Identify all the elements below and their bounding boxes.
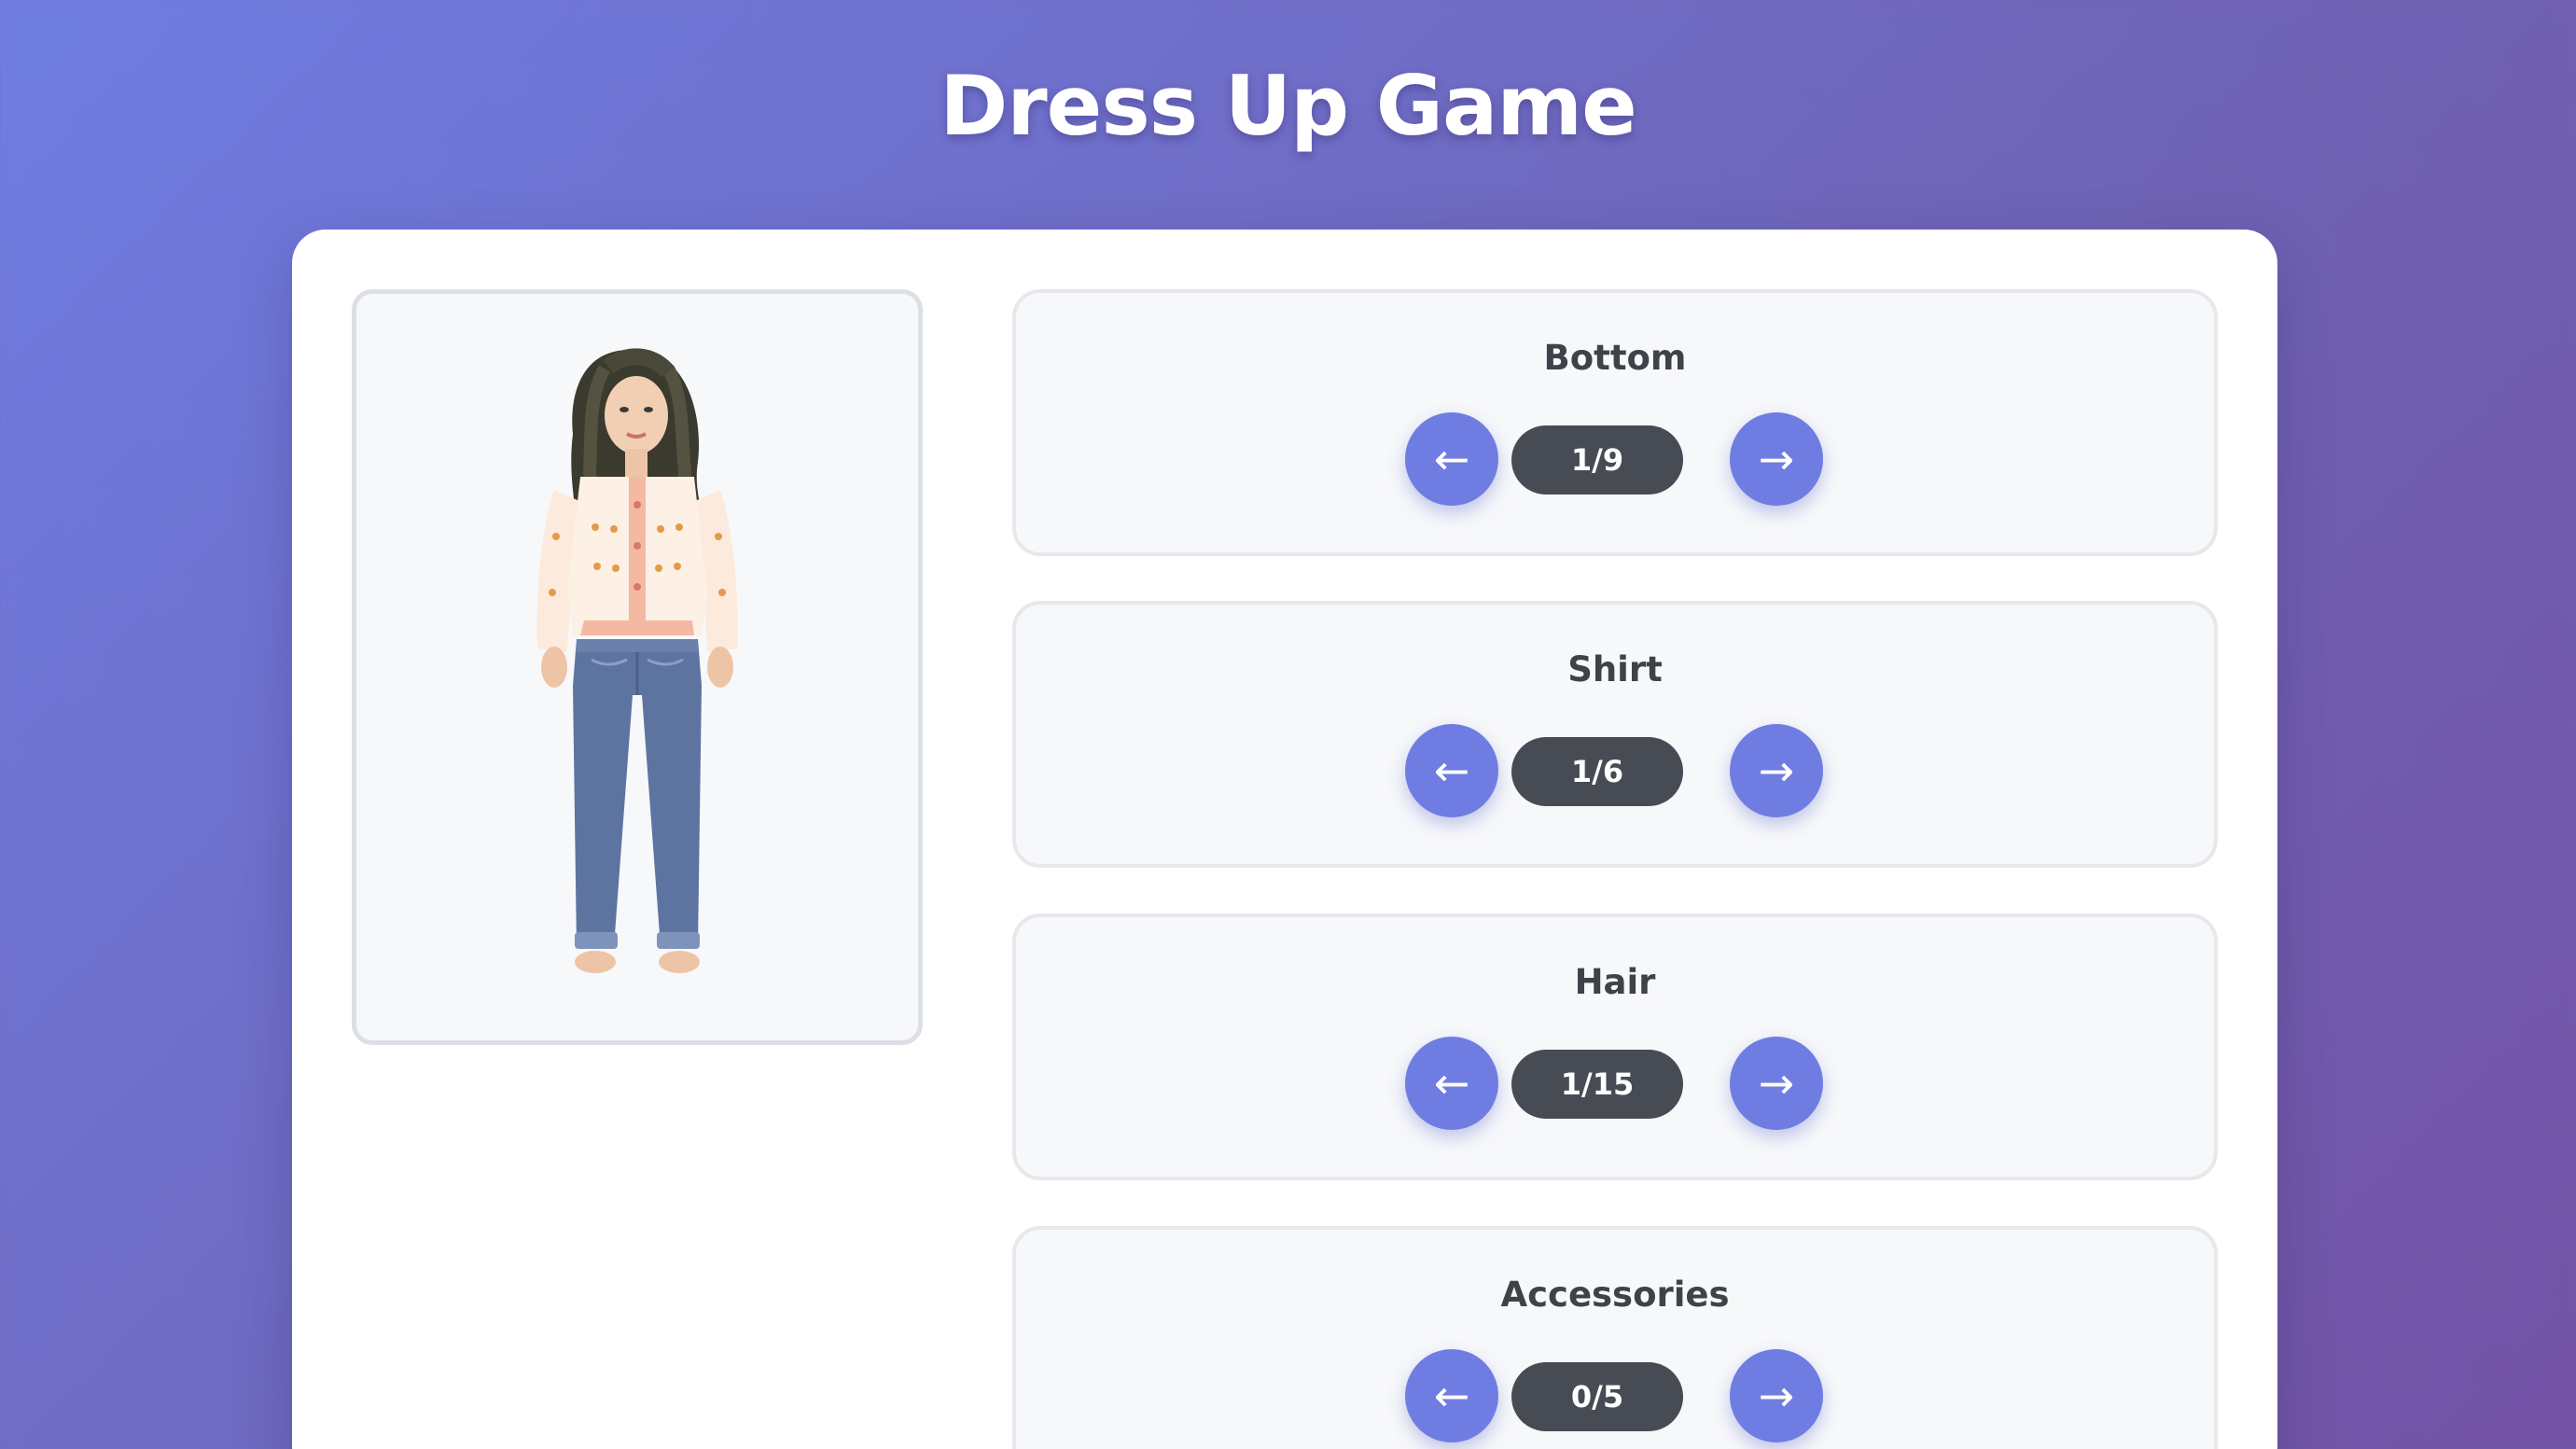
hair-next-button[interactable]: → — [1730, 1037, 1823, 1130]
arrow-left-icon: ← — [1433, 1058, 1470, 1108]
page-title: Dress Up Game — [940, 58, 1637, 154]
bottom-counter: 1/9 — [1511, 425, 1683, 495]
category-title: Shirt — [1567, 649, 1663, 690]
accessories-next-button[interactable]: → — [1730, 1349, 1823, 1442]
hair-prev-button[interactable]: ← — [1405, 1037, 1498, 1130]
category-card-shirt: Shirt ← 1/6 → — [1012, 601, 2218, 868]
shirt-next-button[interactable]: → — [1730, 724, 1823, 817]
main-card: Bottom ← 1/9 → Shirt ← 1/6 → Hair ← 1/15… — [292, 230, 2277, 1449]
category-title: Bottom — [1543, 338, 1687, 378]
character-figure — [536, 348, 738, 973]
category-card-bottom: Bottom ← 1/9 → — [1012, 289, 2218, 556]
bottom-next-button[interactable]: → — [1730, 412, 1823, 506]
arrow-left-icon: ← — [1433, 434, 1470, 484]
category-title: Hair — [1574, 962, 1656, 1002]
arrow-left-icon: ← — [1433, 1371, 1470, 1421]
shirt-counter: 1/6 — [1511, 737, 1683, 806]
arrow-right-icon: → — [1758, 434, 1795, 484]
arrow-left-icon: ← — [1433, 745, 1470, 796]
bottom-prev-button[interactable]: ← — [1405, 412, 1498, 506]
arrow-right-icon: → — [1758, 1371, 1795, 1421]
accessories-prev-button[interactable]: ← — [1405, 1349, 1498, 1442]
accessories-counter: 0/5 — [1511, 1362, 1683, 1431]
arrow-right-icon: → — [1758, 745, 1795, 796]
arrow-right-icon: → — [1758, 1058, 1795, 1108]
hair-counter: 1/15 — [1511, 1050, 1683, 1119]
shirt-prev-button[interactable]: ← — [1405, 724, 1498, 817]
category-title: Accessories — [1500, 1275, 1730, 1315]
character-preview — [352, 289, 923, 1045]
category-card-accessories: Accessories ← 0/5 → — [1012, 1226, 2218, 1449]
category-card-hair: Hair ← 1/15 → — [1012, 913, 2218, 1180]
